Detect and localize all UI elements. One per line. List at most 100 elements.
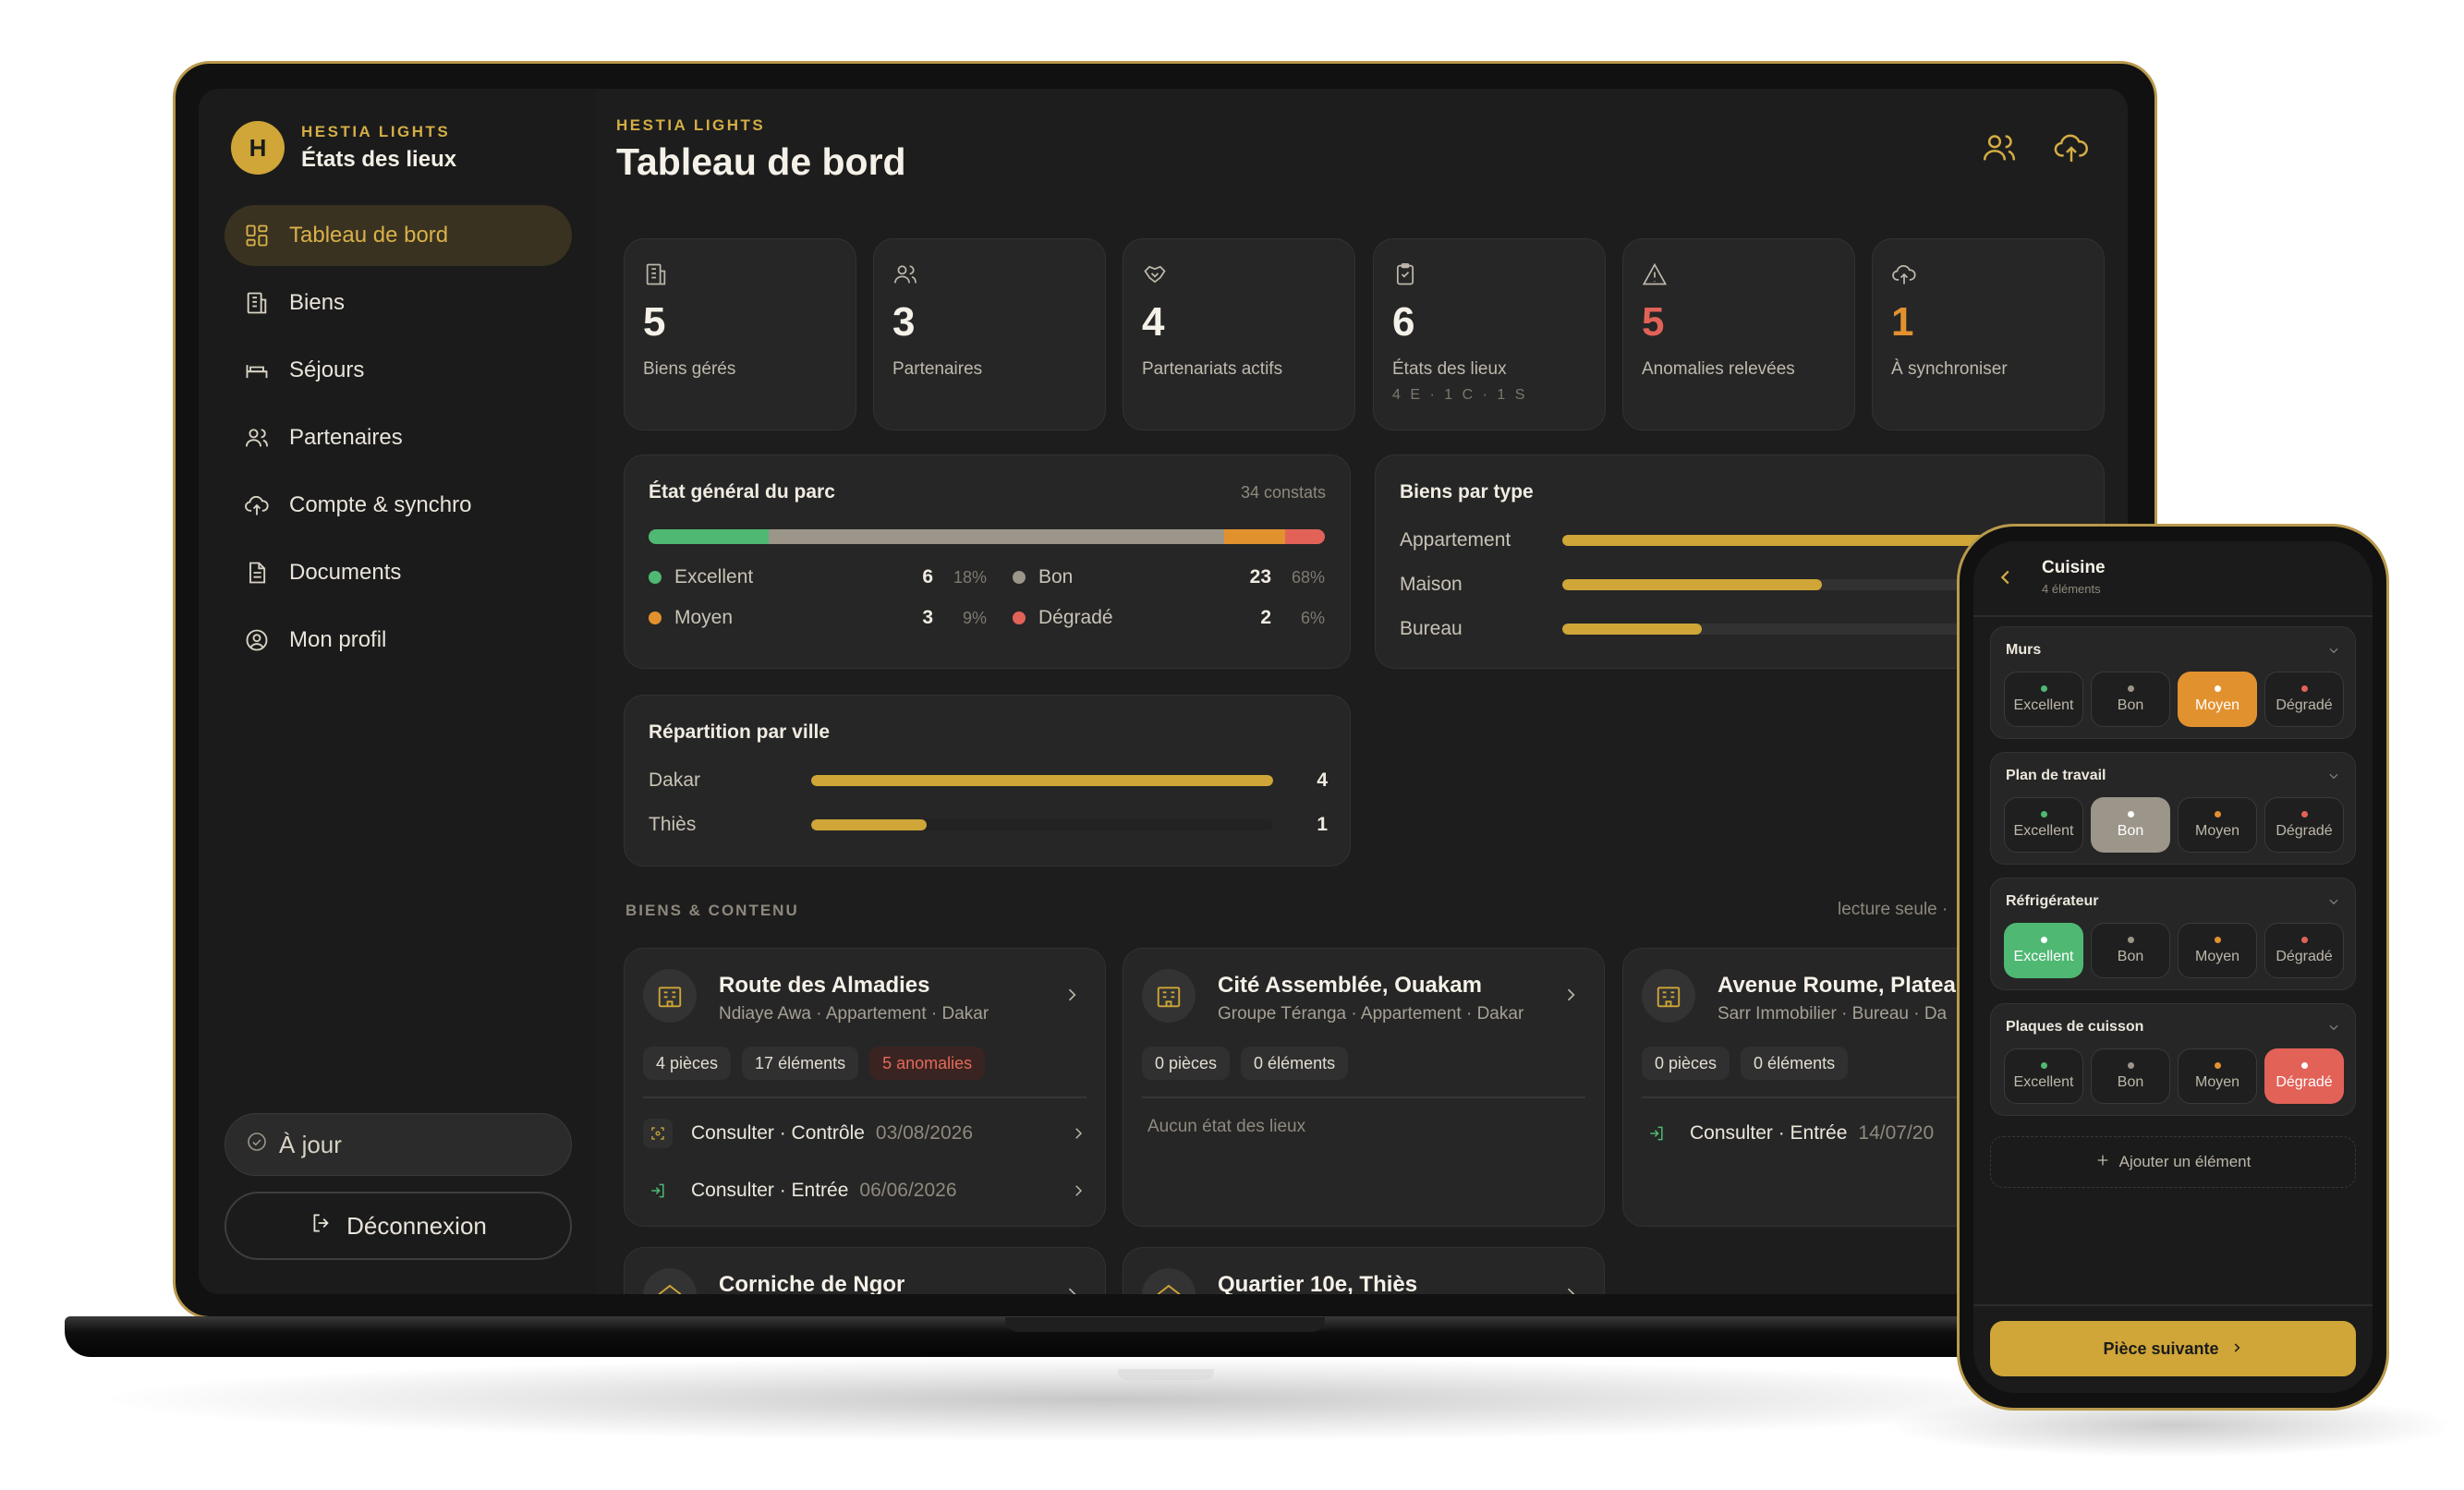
option-moyen[interactable]: Moyen [2178, 672, 2257, 727]
element-name: Murs [2006, 642, 2042, 658]
stackbar-segment-bon [769, 529, 1225, 544]
plus-icon [2095, 1153, 2110, 1172]
stat-card-anomalies[interactable]: 5 Anomalies relevées [1622, 238, 1855, 430]
option-degrade[interactable]: Dégradé [2264, 923, 2344, 978]
city-label: Dakar [649, 769, 701, 791]
option-bon[interactable]: Bon [2091, 797, 2170, 853]
users-icon [892, 261, 920, 289]
status-dot [2300, 1061, 2308, 1069]
legend-count: 23 [1249, 566, 1271, 588]
stat-value: 5 [1642, 299, 1665, 345]
status-dot [2300, 936, 2308, 943]
option-excellent[interactable]: Excellent [2004, 797, 2083, 853]
option-excellent[interactable]: Excellent [2004, 1048, 2083, 1104]
city-row-dakar: Dakar 4 [649, 769, 1328, 792]
cloud-upload-icon[interactable] [2053, 129, 2094, 170]
stat-card-biens[interactable]: 5 Biens gérés [624, 238, 856, 430]
section-label: BIENS & CONTENU [625, 902, 799, 919]
header-kicker: HESTIA LIGHTS [616, 116, 766, 134]
divider [643, 1096, 1086, 1098]
legend-row: Excellent 6 18% Bon 23 68% [649, 566, 1325, 588]
status-dot [2127, 1061, 2134, 1069]
inspection-link[interactable]: Consulter · Entrée 06/06/2026 [643, 1172, 1086, 1209]
property-card-ouakam[interactable]: Cité Assemblée, Ouakam Groupe Téranga · … [1123, 948, 1605, 1227]
inspection-link[interactable]: Consulter · Contrôle 03/08/2026 [643, 1115, 1086, 1152]
panel-title: État général du parc [649, 481, 835, 503]
property-chips: 0 pièces 0 éléments [1642, 1047, 1849, 1080]
warning-icon [1642, 261, 1669, 289]
stat-card-sync[interactable]: 1 À synchroniser [1872, 238, 2105, 430]
next-room-label: Pièce suivante [2103, 1339, 2219, 1358]
legend-count: 6 [922, 566, 933, 588]
clipboard-icon [1392, 261, 1420, 289]
status-dot [2127, 810, 2134, 818]
stat-card-partenaires[interactable]: 3 Partenaires [873, 238, 1106, 430]
house-icon [1142, 1268, 1196, 1294]
chevron-right-icon[interactable] [1062, 1285, 1081, 1294]
chip-elements: 0 éléments [1741, 1047, 1849, 1080]
laptop-hinge-notch [1005, 1317, 1325, 1332]
legend-dot [649, 612, 662, 624]
option-bon[interactable]: Bon [2091, 1048, 2170, 1104]
scan-icon [643, 1119, 673, 1148]
stat-value: 1 [1891, 299, 1914, 345]
chevron-right-icon [1070, 1182, 1086, 1199]
chevron-right-icon[interactable] [1561, 1285, 1580, 1294]
chevron-right-icon[interactable] [1561, 986, 1580, 1004]
option-moyen[interactable]: Moyen [2178, 797, 2257, 853]
chevron-down-icon[interactable] [2327, 895, 2340, 908]
add-element-button[interactable]: Ajouter un élément [1990, 1136, 2356, 1188]
status-dot [2214, 936, 2221, 943]
page-title: Tableau de bord [616, 140, 906, 183]
option-degrade[interactable]: Dégradé [2264, 797, 2344, 853]
chevron-down-icon[interactable] [2327, 1021, 2340, 1034]
room-title: Cuisine [2042, 558, 2106, 577]
legend-item-bon: Bon 23 68% [987, 566, 1325, 588]
legend-item-degrade: Dégradé 2 6% [987, 607, 1325, 629]
chevron-right-icon [1070, 1125, 1086, 1142]
option-excellent[interactable]: Excellent [2004, 672, 2083, 727]
condition-options: Excellent Bon Moyen Dégradé [2004, 672, 2344, 727]
chevron-down-icon[interactable] [2327, 769, 2340, 782]
stat-value: 4 [1142, 299, 1165, 345]
city-bar-track [811, 819, 1273, 830]
property-card-almadies[interactable]: Route des Almadies Ndiaye Awa · Appartem… [624, 948, 1106, 1227]
stat-card-etats[interactable]: 6 États des lieux 4 E · 1 C · 1 S [1373, 238, 1606, 430]
stat-card-partenariats[interactable]: 4 Partenariats actifs [1123, 238, 1355, 430]
option-label: Excellent [2013, 948, 2074, 964]
property-chips: 0 pièces 0 éléments [1142, 1047, 1349, 1080]
status-dot [2040, 936, 2047, 943]
option-degrade[interactable]: Dégradé [2264, 672, 2344, 727]
next-room-button[interactable]: Pièce suivante [1990, 1321, 2356, 1376]
status-dot [2214, 1061, 2221, 1069]
property-card-ngor[interactable]: Corniche de Ngor [624, 1247, 1106, 1294]
city-bar-fill [811, 775, 1273, 786]
property-card-thies[interactable]: Quartier 10e, Thiès [1123, 1247, 1605, 1294]
divider [1142, 1096, 1585, 1098]
panel-title: Biens par type [1400, 481, 1534, 503]
panel-repartition-ville: Répartition par ville Dakar 4 Thiès 1 [624, 695, 1351, 866]
option-bon[interactable]: Bon [2091, 672, 2170, 727]
chip-anomalies: 5 anomalies [869, 1047, 986, 1080]
option-label: Dégradé [2276, 822, 2333, 839]
chip-pieces: 0 pièces [1642, 1047, 1730, 1080]
inspection-label: Consulter · Entrée [691, 1180, 849, 1201]
option-label: Moyen [2194, 697, 2240, 713]
option-moyen[interactable]: Moyen [2178, 1048, 2257, 1104]
inspection-date: 03/08/2026 [875, 1122, 974, 1144]
option-excellent[interactable]: Excellent [2004, 923, 2083, 978]
chevron-right-icon[interactable] [1062, 986, 1081, 1004]
inspection-label: Consulter · Contrôle [691, 1122, 865, 1144]
option-label: Moyen [2194, 822, 2240, 839]
element-card-plaques: Plaques de cuisson Excellent Bon Moyen Dégr… [1990, 1003, 2356, 1116]
city-bar-track [811, 775, 1273, 786]
option-degrade[interactable]: Dégradé [2264, 1048, 2344, 1104]
property-chips: 4 pièces 17 éléments 5 anomalies [643, 1047, 986, 1080]
divider [1973, 1304, 2373, 1306]
option-bon[interactable]: Bon [2091, 923, 2170, 978]
city-row-thies: Thiès 1 [649, 814, 1328, 836]
team-icon[interactable] [1981, 129, 2021, 170]
chevron-down-icon[interactable] [2327, 644, 2340, 657]
back-chevron-icon[interactable] [1996, 567, 2016, 588]
option-moyen[interactable]: Moyen [2178, 923, 2257, 978]
